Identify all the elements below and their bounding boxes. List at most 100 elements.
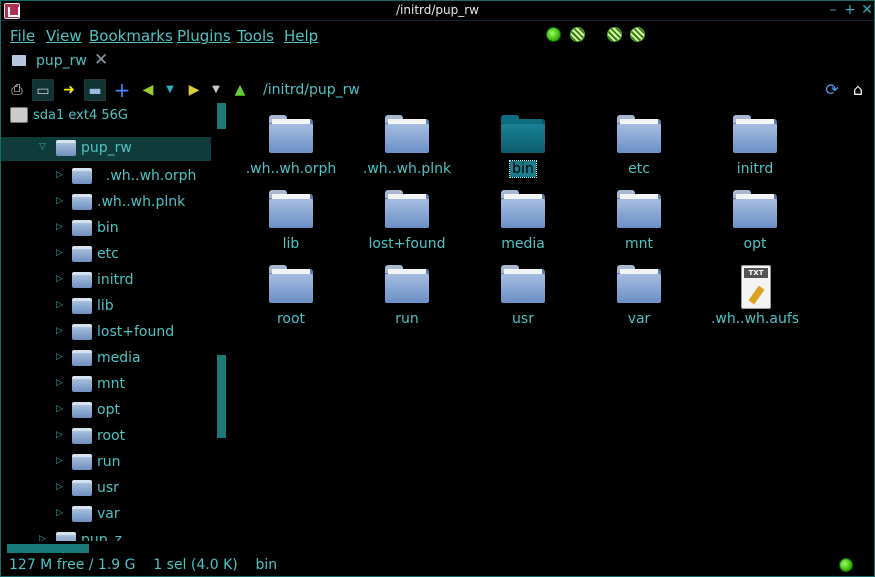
folder-item[interactable]: media: [465, 182, 581, 254]
folder-item[interactable]: initrd: [697, 107, 813, 179]
expander-icon[interactable]: ▷: [56, 350, 66, 364]
folder-icon: [72, 324, 92, 340]
folder-icon: [501, 115, 545, 153]
folder-item[interactable]: opt: [697, 182, 813, 254]
folder-icon: [501, 190, 545, 228]
tree-item[interactable]: ▷ lib: [1, 295, 211, 317]
expander-icon[interactable]: ▷: [56, 324, 66, 338]
forward-icon[interactable]: ▶: [183, 79, 205, 101]
device-label[interactable]: sda1 ext4 56G: [33, 108, 128, 123]
home-icon[interactable]: ⌂: [847, 79, 869, 101]
title-bar[interactable]: /initrd/pup_rw – + ✕: [1, 1, 874, 21]
status-text: 127 M free / 1.9 G 1 sel (4.0 K) bin: [9, 557, 278, 573]
folder-item[interactable]: lib: [233, 182, 349, 254]
expander-icon[interactable]: ▷: [56, 402, 66, 416]
item-label: initrd: [736, 161, 774, 177]
folder-item[interactable]: var: [581, 257, 697, 329]
folder-item[interactable]: mnt: [581, 182, 697, 254]
tree-item-label: root: [97, 428, 126, 444]
tab-close-button[interactable]: ✕: [94, 50, 108, 70]
tree-item-label: pup_rw: [81, 140, 132, 156]
back-icon[interactable]: ◀: [137, 79, 159, 101]
tree-item-label: .wh..wh.plnk: [97, 194, 186, 210]
item-label: .wh..wh.orph: [245, 161, 337, 177]
folder-item[interactable]: .wh..wh.plnk: [349, 107, 465, 179]
tree-item[interactable]: ▷ root: [1, 425, 211, 447]
item-label: .wh..wh.aufs: [710, 311, 800, 327]
expander-icon[interactable]: ▷: [56, 220, 66, 234]
menu-file[interactable]: File: [10, 27, 35, 45]
usb-drive-icon[interactable]: ⎙: [6, 79, 28, 101]
folder-icon: [72, 246, 92, 262]
tree-item[interactable]: ▷ bin: [1, 217, 211, 239]
sidebar-horizontal-scrollbar[interactable]: [7, 544, 89, 553]
menu-bookmarks[interactable]: Bookmarks: [89, 27, 173, 45]
folder-item[interactable]: usr: [465, 257, 581, 329]
go-arrow-icon[interactable]: ➜: [58, 79, 80, 101]
forward-menu-icon[interactable]: ▼: [205, 79, 227, 101]
folder-item[interactable]: bin: [465, 107, 581, 179]
tree-item-label: run: [97, 454, 121, 470]
menu-view[interactable]: View: [46, 27, 82, 45]
folder-item[interactable]: lost+found: [349, 182, 465, 254]
tree-item-label: opt: [97, 402, 120, 418]
folder-item[interactable]: root: [233, 257, 349, 329]
expander-icon[interactable]: ▷: [56, 428, 66, 442]
folder-icon: [72, 194, 92, 210]
app-window: /initrd/pup_rw – + ✕ File View Bookmarks…: [0, 0, 875, 577]
tree-item[interactable]: ▷ opt: [1, 399, 211, 421]
expander-icon[interactable]: ▷: [56, 168, 66, 182]
tree-item[interactable]: ▷ .wh..wh.orph: [1, 165, 211, 187]
minimize-button[interactable]: –: [825, 2, 841, 18]
folder-item[interactable]: .wh..wh.orph: [233, 107, 349, 179]
refresh-icon[interactable]: ⟳: [821, 79, 843, 101]
tree-item[interactable]: ▷ run: [1, 451, 211, 473]
add-icon[interactable]: +: [111, 79, 133, 101]
menu-tools[interactable]: Tools: [237, 27, 274, 45]
expander-icon[interactable]: ▷: [56, 272, 66, 286]
expander-icon[interactable]: ▷: [56, 246, 66, 260]
expander-open-icon[interactable]: ▽: [39, 140, 49, 154]
tree-item-label: etc: [97, 246, 119, 262]
window-title: /initrd/pup_rw: [396, 3, 479, 17]
folder-item[interactable]: etc: [581, 107, 697, 179]
expander-icon[interactable]: ▷: [56, 376, 66, 390]
expander-icon[interactable]: ▷: [56, 506, 66, 520]
tab-pup-rw[interactable]: pup_rw: [36, 53, 87, 69]
folder-icon[interactable]: ▬: [84, 79, 106, 101]
status-led-icon: [546, 27, 561, 42]
tree-item[interactable]: ▷ usr: [1, 477, 211, 499]
expander-icon[interactable]: ▷: [56, 454, 66, 468]
expander-icon[interactable]: ▷: [56, 480, 66, 494]
tree-item[interactable]: ▷ media: [1, 347, 211, 369]
tree-item-pup-rw[interactable]: ▽ pup_rw: [1, 137, 211, 161]
menu-plugins[interactable]: Plugins: [177, 27, 231, 45]
drive-icon[interactable]: ▭: [32, 79, 54, 101]
expander-icon[interactable]: ▷: [56, 298, 66, 312]
close-window-button[interactable]: ✕: [859, 2, 875, 18]
folder-icon: [617, 265, 661, 303]
tab-bar: pup_rw ✕: [1, 49, 874, 73]
folder-icon: [733, 115, 777, 153]
tree-item[interactable]: ▷ lost+found: [1, 321, 211, 343]
folder-item[interactable]: run: [349, 257, 465, 329]
maximize-button[interactable]: +: [842, 2, 858, 18]
tree-item-label: lib: [97, 298, 114, 314]
up-icon[interactable]: ▲: [229, 79, 251, 101]
file-item[interactable]: TXT .wh..wh.aufs: [697, 257, 813, 329]
tree-item[interactable]: ▷ etc: [1, 243, 211, 265]
item-label: root: [276, 311, 306, 327]
sidebar-scrollbar[interactable]: [217, 103, 226, 129]
tree-item[interactable]: ▷ .wh..wh.plnk: [1, 191, 211, 213]
tree-item[interactable]: ▷ var: [1, 503, 211, 525]
sidebar-scrollbar[interactable]: [217, 355, 226, 438]
tree-item[interactable]: ▷ pup_z: [1, 529, 211, 541]
tree-item[interactable]: ▷ mnt: [1, 373, 211, 395]
expander-icon[interactable]: ▷: [39, 532, 49, 541]
expander-icon[interactable]: ▷: [56, 194, 66, 208]
menu-help[interactable]: Help: [284, 27, 318, 45]
status-led-icon: [630, 27, 645, 42]
tree-item[interactable]: ▷ initrd: [1, 269, 211, 291]
back-menu-icon[interactable]: ▼: [159, 79, 181, 101]
folder-icon: [56, 140, 76, 156]
